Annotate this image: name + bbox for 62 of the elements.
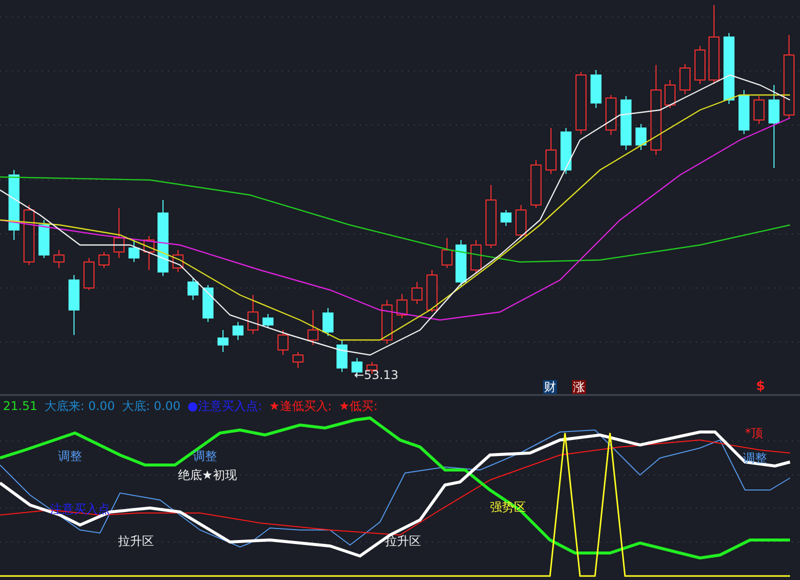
candlestick bbox=[8, 170, 20, 240]
candlestick bbox=[188, 278, 198, 300]
indicator-label: *顶 bbox=[745, 426, 763, 440]
candlestick bbox=[84, 258, 94, 290]
candlestick bbox=[38, 220, 50, 258]
legend-item: ●注意买入点: bbox=[188, 398, 262, 414]
candlestick bbox=[754, 96, 764, 124]
candlestick bbox=[456, 240, 466, 286]
legend-item: ★低买: bbox=[338, 398, 378, 414]
candlestick bbox=[308, 310, 318, 346]
candlestick bbox=[560, 128, 572, 174]
legend-item: 21.51 bbox=[3, 399, 38, 413]
candlestick bbox=[144, 236, 154, 270]
candlestick bbox=[546, 128, 556, 174]
candlestick bbox=[606, 94, 616, 136]
candlestick bbox=[738, 90, 750, 134]
candlestick bbox=[262, 314, 274, 328]
candlestick bbox=[218, 330, 228, 352]
candlestick bbox=[724, 32, 734, 104]
candlestick bbox=[636, 124, 646, 150]
candlestick bbox=[202, 284, 214, 322]
candlestick bbox=[54, 250, 64, 268]
candlestick bbox=[486, 184, 496, 248]
candlestick bbox=[68, 274, 80, 336]
indicator-label: 绝底★初现 bbox=[178, 468, 237, 482]
candlestick bbox=[680, 64, 690, 94]
indicator-label: 调整 bbox=[193, 449, 217, 463]
legend-item: ★逢低买入: bbox=[269, 398, 332, 414]
candlestick bbox=[322, 308, 334, 336]
candlestick bbox=[412, 282, 422, 304]
candlestick bbox=[24, 204, 34, 266]
candlestick bbox=[248, 294, 258, 334]
candlestick bbox=[576, 72, 586, 134]
candlestick bbox=[426, 270, 438, 312]
indicator-label: 拉升区 bbox=[118, 534, 154, 548]
candlestick bbox=[590, 70, 602, 108]
candlestick bbox=[336, 340, 348, 372]
candlestick bbox=[128, 240, 140, 262]
candlestick bbox=[278, 330, 288, 356]
candlestick bbox=[516, 204, 526, 238]
candlestick bbox=[470, 240, 482, 274]
indicator-label: 拉升区 bbox=[385, 534, 421, 548]
candlestick bbox=[292, 352, 304, 368]
candlestick bbox=[530, 160, 542, 208]
candlestick bbox=[396, 294, 408, 318]
candlestick bbox=[382, 300, 392, 344]
candlestick bbox=[114, 208, 124, 258]
indicator-label: 调整 bbox=[58, 449, 82, 463]
candlestick bbox=[694, 46, 706, 84]
signal-badge: 涨 bbox=[572, 380, 586, 394]
candlestick bbox=[500, 210, 512, 226]
dollar-sign: $ bbox=[756, 379, 766, 394]
candlestick bbox=[232, 322, 244, 340]
signal-badge: 财 bbox=[543, 380, 557, 394]
candlestick bbox=[172, 250, 184, 272]
candlestick bbox=[620, 96, 632, 150]
candlestick bbox=[98, 252, 110, 268]
candlestick bbox=[442, 238, 452, 268]
candlestick bbox=[664, 80, 676, 108]
legend-item: 大底: 0.00 bbox=[122, 398, 181, 414]
price-low-label: ←53.13 bbox=[354, 368, 398, 382]
legend-item: 大底来: 0.00 bbox=[44, 398, 115, 414]
